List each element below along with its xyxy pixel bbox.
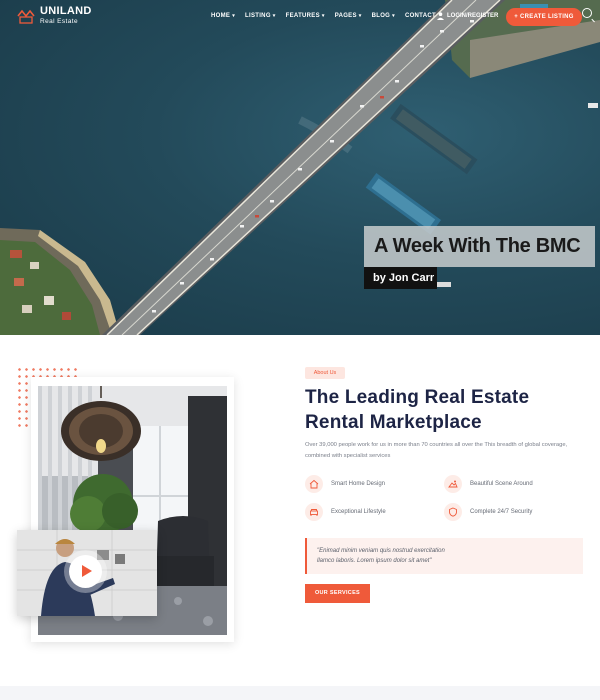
testimonial-quote: "Enimad minim veniam quis nostrud exerci… — [305, 538, 583, 574]
about-heading-line1: The Leading Real Estate — [305, 387, 530, 408]
feature-label: Smart Home Design — [331, 481, 386, 487]
nav-item-listing[interactable]: LISTING ▾ — [245, 13, 276, 19]
security-icon — [444, 503, 462, 521]
feature-smart-home: Smart Home Design — [305, 475, 385, 493]
hero-caption-title: A Week With The BMC — [364, 226, 595, 267]
chevron-down-icon: ▾ — [321, 13, 325, 19]
next-section-strip — [0, 686, 600, 700]
feature-label: Exceptional Lifestyle — [331, 509, 386, 515]
nav-item-label: PAGES — [334, 13, 357, 19]
feature-security: Complete 24/7 Security — [444, 503, 532, 521]
hero-section: UNILAND Real Estate HOME ▾ LISTING ▾ FEATU… — [0, 0, 600, 335]
feature-label: Complete 24/7 Security — [470, 509, 533, 515]
nav-item-features[interactable]: FEATURES ▾ — [286, 13, 325, 19]
nav-item-label: HOME — [211, 13, 231, 19]
login-label: LOGIN/REGISTER — [447, 13, 499, 19]
login-register-link[interactable]: LOGIN/REGISTER — [437, 12, 498, 20]
logo-house-icon — [17, 9, 35, 24]
brand-logo[interactable]: UNILAND Real Estate — [17, 6, 92, 26]
nav-item-home[interactable]: HOME ▾ — [211, 13, 235, 19]
about-heading-line2: Rental Marketplace — [305, 412, 482, 433]
nav-item-label: CONTACT — [404, 13, 436, 19]
nav-item-blog[interactable]: BLOG ▾ — [372, 13, 395, 19]
aerial-bridge-image — [0, 0, 600, 335]
feature-label: Beautiful Scene Around — [470, 481, 533, 487]
about-heading: The Leading Real Estate Rental Marketpla… — [305, 385, 585, 435]
chevron-down-icon: ▾ — [358, 13, 362, 19]
quote-line1: "Enimad minim veniam quis nostrud exerci… — [317, 548, 445, 554]
about-us-badge: About Us — [305, 367, 345, 379]
feature-beautiful-scene: Beautiful Scene Around — [444, 475, 533, 493]
our-services-button[interactable]: OUR SERVICES — [305, 584, 370, 603]
nav-item-label: LISTING — [245, 13, 271, 19]
chevron-down-icon: ▾ — [272, 13, 276, 19]
brand-tagline: Real Estate — [40, 18, 79, 25]
chevron-down-icon: ▾ — [232, 13, 236, 19]
nav-item-label: BLOG — [371, 13, 391, 19]
play-video-button[interactable] — [69, 555, 102, 588]
nav-item-pages[interactable]: PAGES ▾ — [335, 13, 362, 19]
smart-home-icon — [305, 475, 323, 493]
about-description: Over 39,000 people work for us in more t… — [305, 442, 568, 459]
main-nav: HOME ▾ LISTING ▾ FEATURES ▾ PAGES ▾ BLOG ▾ CO… — [211, 13, 436, 19]
top-navbar: UNILAND Real Estate HOME ▾ LISTING ▾ FEATU… — [0, 0, 600, 34]
hero-caption-author: by Jon Carr — [364, 267, 437, 289]
feature-exceptional-lifestyle: Exceptional Lifestyle — [305, 503, 386, 521]
chevron-down-icon: ▾ — [392, 13, 395, 19]
create-listing-button[interactable]: + CREATE LISTING — [506, 8, 582, 26]
search-icon[interactable] — [582, 8, 592, 18]
lifestyle-icon — [305, 503, 323, 521]
nav-item-contact[interactable]: CONTACT — [405, 13, 436, 19]
user-icon — [437, 12, 444, 20]
nav-item-label: FEATURES — [285, 13, 320, 19]
brand-name: UNILAND — [40, 5, 92, 17]
scene-icon — [444, 475, 462, 493]
quote-line2: llamco laboris. Lorem ipsum dolor sit am… — [317, 558, 432, 564]
